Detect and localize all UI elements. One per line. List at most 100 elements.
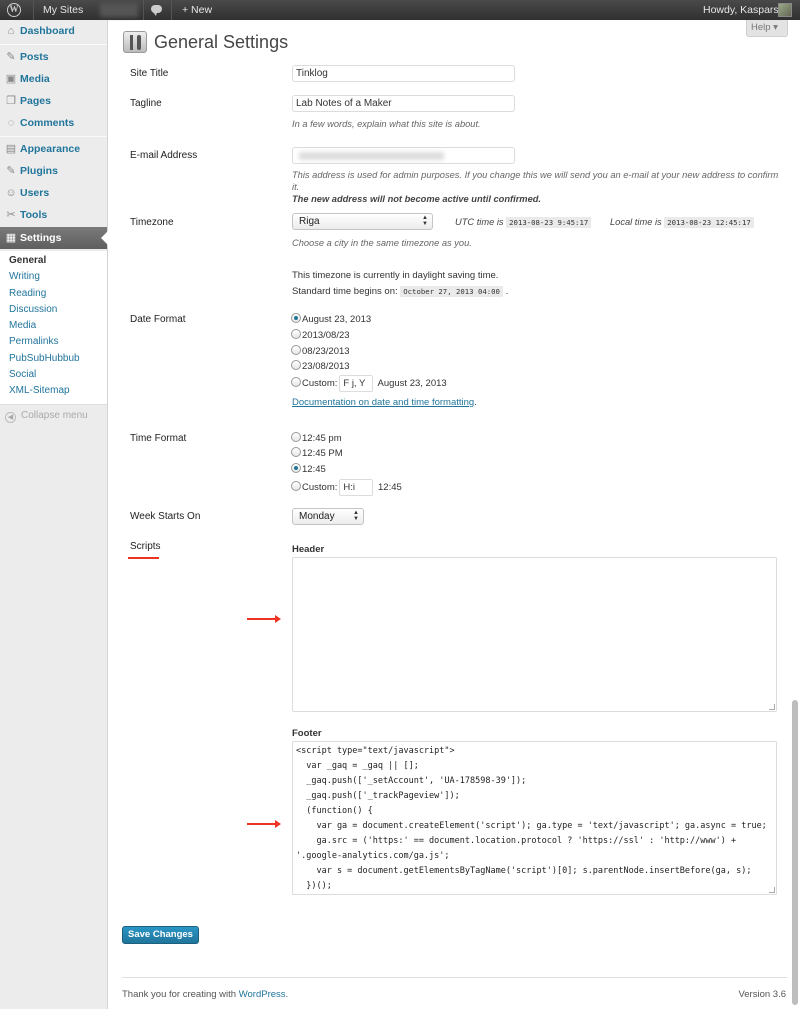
- menu-dashboard[interactable]: ⌂ Dashboard: [0, 20, 107, 42]
- menu-pages[interactable]: ❐ Pages: [0, 90, 107, 112]
- site-title-input[interactable]: Tinklog: [292, 65, 515, 82]
- date-option-custom[interactable]: Custom: F j, Y August 23, 2013: [291, 375, 447, 392]
- admin-bar: W My Sites + New Howdy, Kaspars: [0, 0, 800, 20]
- header-label: Header: [292, 544, 325, 555]
- submenu-reading[interactable]: Reading: [0, 286, 107, 302]
- standard-label: Standard time begins on:: [292, 286, 398, 297]
- time-option[interactable]: 12:45 pm: [291, 432, 342, 446]
- separator: [143, 0, 144, 20]
- header-scripts-value: [293, 558, 776, 562]
- new-content-menu[interactable]: + New: [182, 0, 212, 20]
- date-option[interactable]: 2013/08/23: [291, 329, 350, 343]
- email-field[interactable]: [292, 147, 515, 164]
- menu-label: Dashboard: [20, 25, 75, 37]
- date-custom-input[interactable]: F j, Y: [339, 375, 374, 392]
- tagline-label: Tagline: [130, 98, 162, 109]
- utc-time: UTC time is 2013-08-23 9:45:17: [455, 216, 592, 229]
- submenu-permalinks[interactable]: Permalinks: [0, 334, 107, 350]
- wordpress-logo-icon[interactable]: W: [7, 0, 23, 20]
- media-icon: ▣: [5, 73, 17, 85]
- menu-tools[interactable]: ✂ Tools: [0, 204, 107, 226]
- menu-users[interactable]: ☺ Users: [0, 182, 107, 204]
- radio[interactable]: [291, 377, 301, 388]
- radio[interactable]: [291, 432, 301, 442]
- submenu-pubsubhubbub[interactable]: PubSubHubbub: [0, 351, 107, 367]
- settings-page-icon: [123, 31, 147, 53]
- menu-media[interactable]: ▣ Media: [0, 68, 107, 90]
- date-option-label: 08/23/2013: [302, 346, 350, 357]
- wordpress-link[interactable]: WordPress: [239, 989, 286, 1000]
- menu-comments[interactable]: ◌ Comments: [0, 112, 107, 134]
- email-label: E-mail Address: [130, 150, 198, 161]
- comments-icon: ◌: [7, 117, 15, 129]
- time-custom-preview: 12:45: [378, 482, 402, 494]
- submenu-media[interactable]: Media: [0, 318, 107, 334]
- time-option-custom[interactable]: Custom: H:i 12:45: [291, 479, 402, 496]
- email-desc-bold: The new address will not become active u…: [292, 194, 542, 204]
- week-starts-select[interactable]: Monday ▲ ▼: [292, 508, 364, 525]
- standard-time-note: Standard time begins on: October 27, 201…: [292, 284, 508, 299]
- radio[interactable]: [291, 447, 301, 457]
- submenu-general[interactable]: General: [0, 253, 107, 269]
- timezone-description: Choose a city in the same timezone as yo…: [292, 238, 472, 248]
- menu-posts[interactable]: ✎ Posts: [0, 46, 107, 68]
- standard-value: October 27, 2013 04:00: [400, 286, 503, 297]
- date-option[interactable]: 08/23/2013: [291, 345, 350, 359]
- menu-plugins[interactable]: ✎ Plugins: [0, 160, 107, 182]
- local-value: 2013-08-23 12:45:17: [664, 217, 754, 228]
- tagline-input[interactable]: Lab Notes of a Maker: [292, 95, 515, 112]
- radio-checked[interactable]: [291, 463, 301, 473]
- date-format-label: Date Format: [130, 314, 186, 325]
- pin-icon: ✎: [6, 51, 16, 63]
- scrollbar[interactable]: [792, 700, 798, 1005]
- week-starts-label: Week Starts On: [130, 511, 201, 522]
- tagline-description: In a few words, explain what this site i…: [292, 119, 481, 129]
- timezone-value: Riga: [299, 216, 320, 227]
- howdy-user-menu[interactable]: Howdy, Kaspars: [703, 0, 779, 20]
- dst-note: This timezone is currently in daylight s…: [292, 270, 499, 281]
- timezone-select[interactable]: Riga ▲ ▼: [292, 213, 433, 230]
- menu-appearance[interactable]: ▤ Appearance: [0, 138, 107, 160]
- footer-divider: [122, 977, 787, 978]
- time-option[interactable]: 12:45: [291, 463, 326, 477]
- resize-handle[interactable]: [769, 704, 775, 710]
- collapse-menu-button[interactable]: ◀ Collapse menu: [5, 410, 88, 423]
- timezone-label: Timezone: [130, 217, 174, 228]
- collapse-arrow-icon: ◀: [5, 412, 16, 423]
- footer-thanks: Thank you for creating with WordPress.: [122, 989, 288, 1000]
- my-sites-menu[interactable]: My Sites: [43, 0, 83, 20]
- time-custom-input[interactable]: H:i: [339, 479, 374, 496]
- radio-checked[interactable]: [291, 313, 301, 323]
- site-title-label: Site Title: [130, 68, 169, 79]
- radio[interactable]: [291, 345, 301, 355]
- menu-settings[interactable]: ▦ Settings: [0, 227, 108, 249]
- date-option[interactable]: August 23, 2013: [291, 313, 371, 327]
- resize-handle[interactable]: [769, 887, 775, 893]
- time-option[interactable]: 12:45 PM: [291, 447, 343, 461]
- annotation-arrow: [247, 820, 281, 828]
- radio[interactable]: [291, 481, 301, 492]
- annotation-underline: [128, 557, 159, 559]
- avatar[interactable]: [778, 3, 792, 17]
- scripts-label: Scripts: [130, 541, 161, 552]
- help-tab[interactable]: Help ▾: [746, 20, 788, 37]
- date-option[interactable]: 23/08/2013: [291, 360, 350, 374]
- date-option-label: 23/08/2013: [302, 361, 350, 372]
- radio[interactable]: [291, 360, 301, 370]
- time-option-label: 12:45 PM: [302, 448, 343, 459]
- save-changes-button[interactable]: Save Changes: [122, 926, 199, 944]
- submenu-social[interactable]: Social: [0, 367, 107, 383]
- select-arrows-icon: ▲ ▼: [422, 215, 428, 227]
- collapse-label: Collapse menu: [21, 410, 88, 421]
- comment-icon[interactable]: [151, 5, 162, 16]
- radio[interactable]: [291, 329, 301, 339]
- submenu-discussion[interactable]: Discussion: [0, 302, 107, 318]
- header-scripts-textarea[interactable]: [292, 557, 777, 712]
- site-name-redacted[interactable]: [100, 3, 138, 17]
- utc-value: 2013-08-23 9:45:17: [506, 217, 592, 228]
- footer-scripts-textarea[interactable]: <script type="text/javascript"> var _gaq…: [292, 741, 777, 895]
- date-doc-link[interactable]: Documentation on date and time formattin…: [292, 397, 474, 408]
- separator: [171, 0, 172, 20]
- submenu-xml-sitemap[interactable]: XML-Sitemap: [0, 383, 107, 399]
- submenu-writing[interactable]: Writing: [0, 269, 107, 285]
